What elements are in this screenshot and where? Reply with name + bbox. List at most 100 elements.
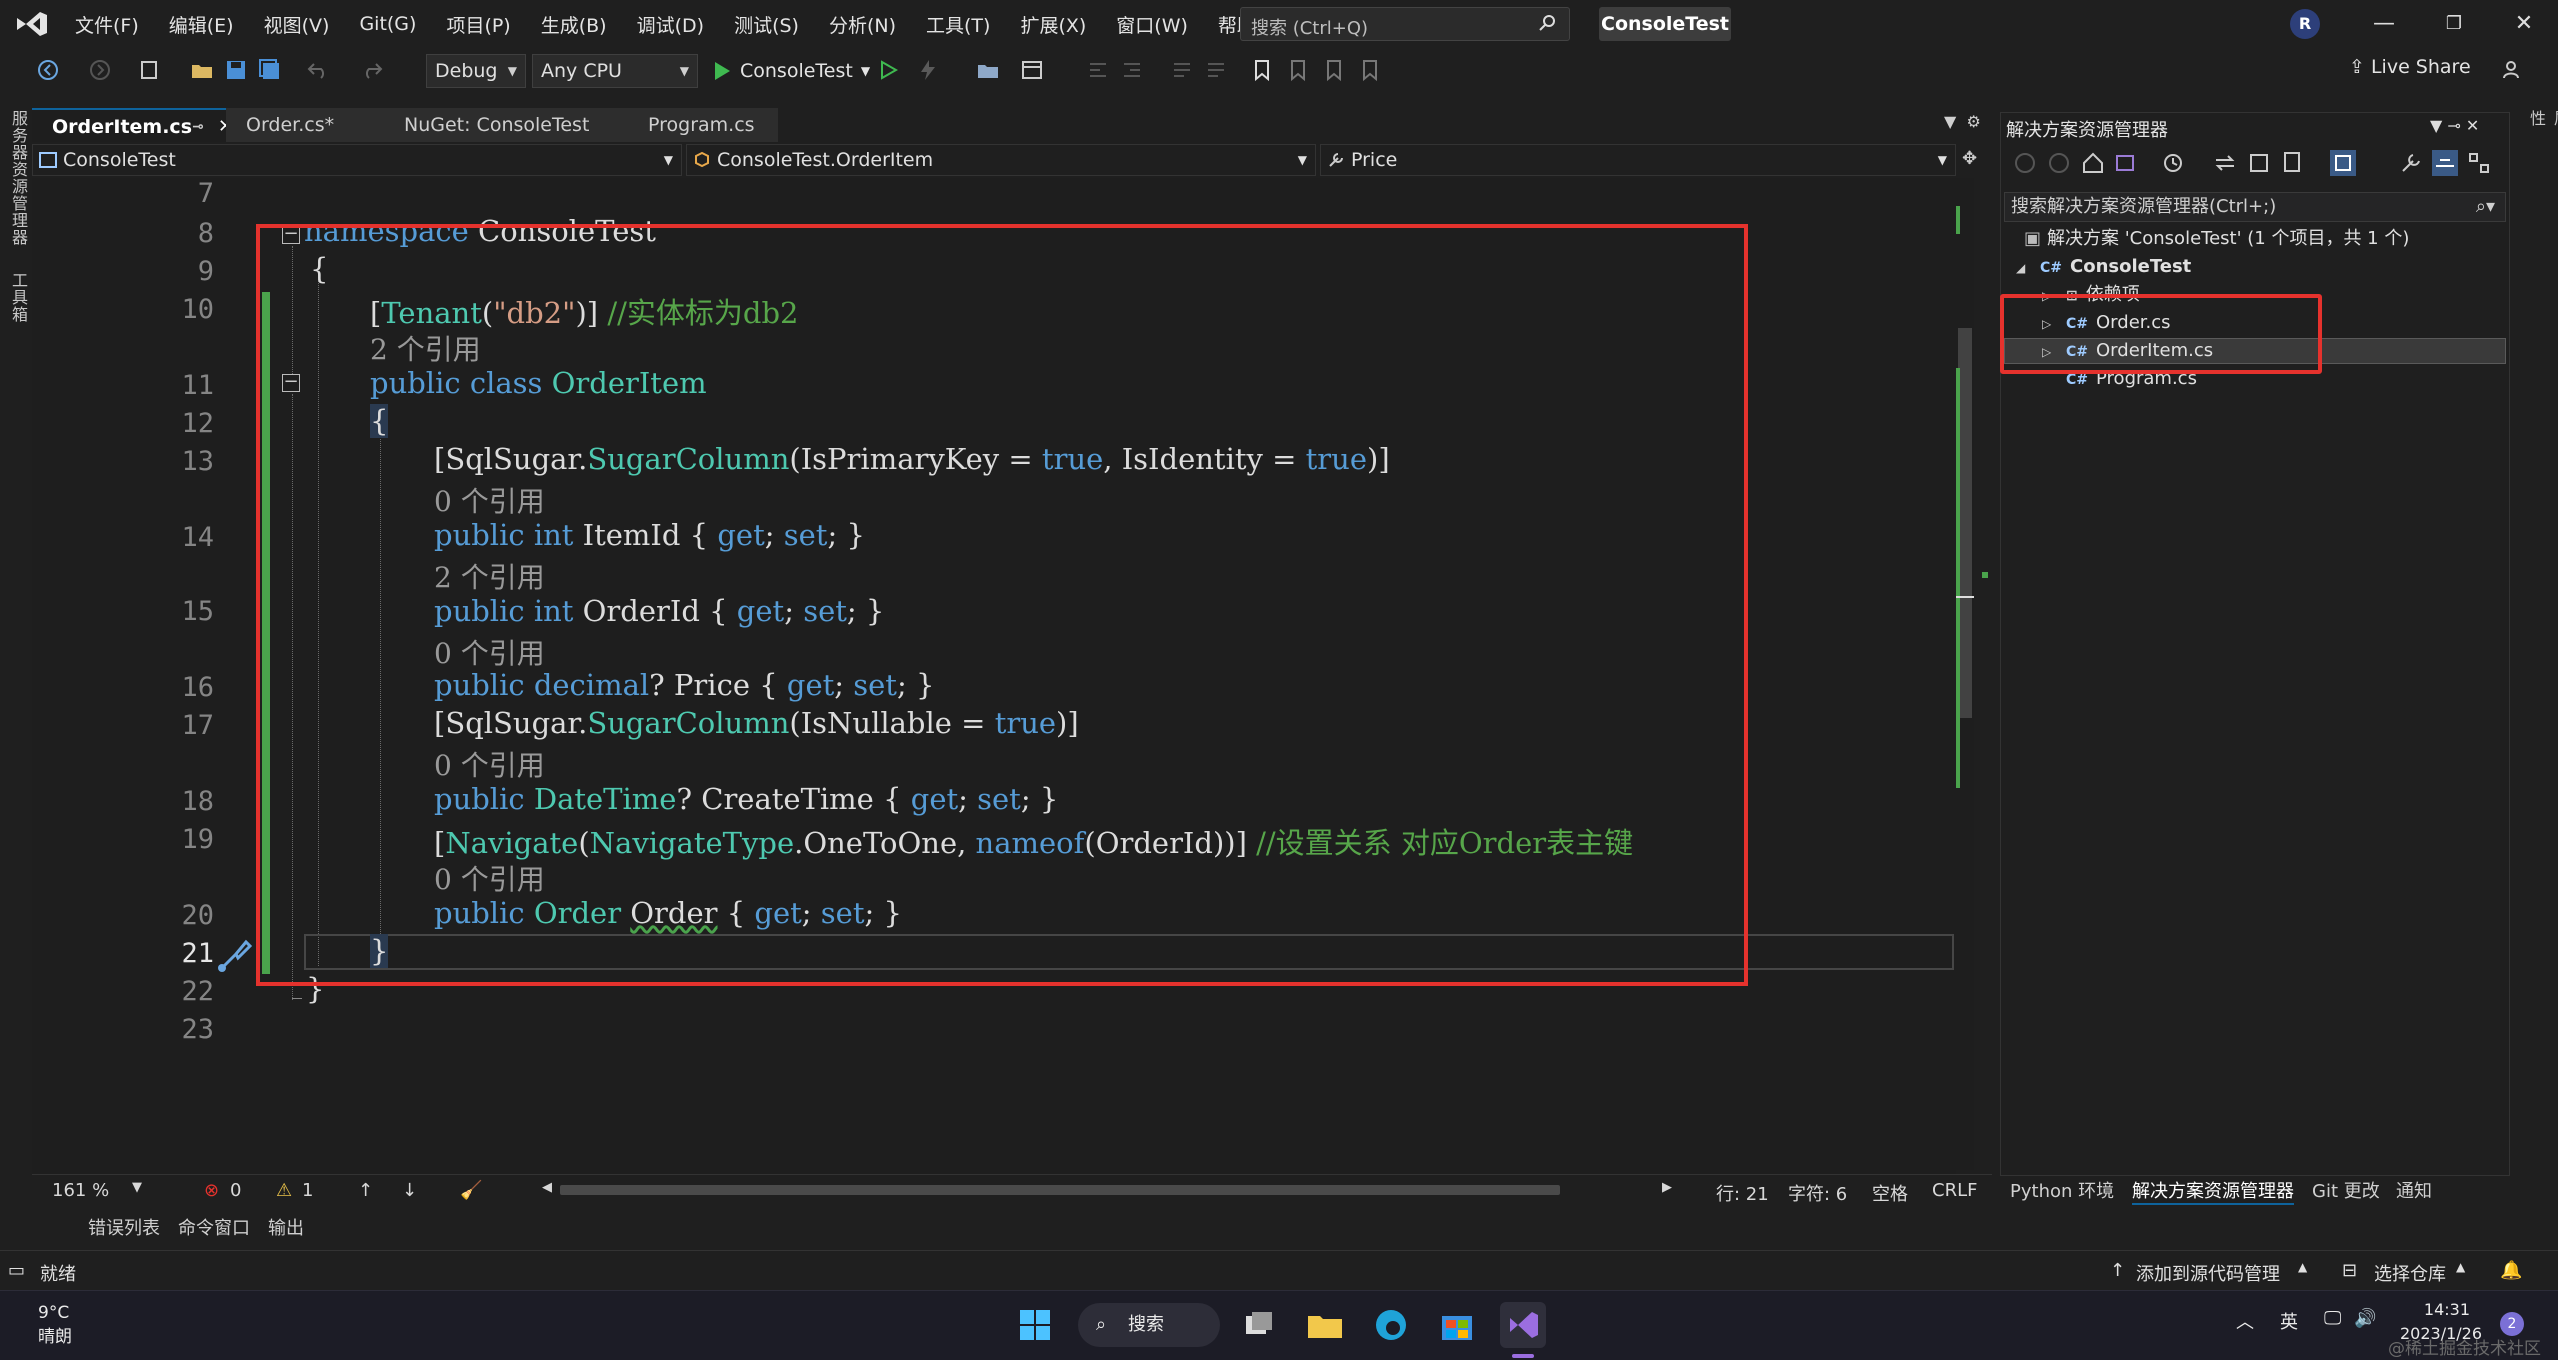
- close-icon[interactable]: ✕: [2494, 0, 2554, 48]
- solution-search-input[interactable]: 搜索解决方案资源管理器(Ctrl+;) ⌕▾: [2004, 192, 2506, 222]
- chevron-up-icon[interactable]: ︿: [2236, 1308, 2254, 1334]
- save-icon[interactable]: [224, 58, 248, 82]
- menu-git[interactable]: Git(G): [344, 13, 431, 35]
- tab-orderitem[interactable]: OrderItem.cs ⊸ ✕: [32, 108, 242, 142]
- member-nav-dropdown[interactable]: Price ▼: [1320, 144, 1956, 176]
- weather-widget[interactable]: 9°C 晴朗: [38, 1301, 72, 1349]
- align-right-icon[interactable]: [1120, 58, 1144, 82]
- uncomment-icon[interactable]: [1204, 58, 1228, 82]
- edge-browser-icon[interactable]: [1368, 1302, 1414, 1348]
- menu-view[interactable]: 视图(V): [249, 11, 345, 38]
- menu-window[interactable]: 窗口(W): [1101, 11, 1203, 38]
- collapse-all-icon[interactable]: [2246, 150, 2272, 176]
- ime-indicator[interactable]: 英: [2280, 1308, 2298, 1334]
- quick-action-brush-icon[interactable]: [214, 934, 254, 974]
- properties-wrench-icon[interactable]: [2398, 150, 2424, 176]
- bookmark-icon[interactable]: [1250, 58, 1274, 82]
- show-all-files-icon[interactable]: [2280, 150, 2306, 176]
- menu-file[interactable]: 文件(F): [60, 11, 154, 38]
- properties-tab[interactable]: 属性: [2524, 110, 2558, 127]
- windows-start-icon[interactable]: [1012, 1302, 1058, 1348]
- new-project-icon[interactable]: [138, 58, 162, 82]
- zoom-level[interactable]: 161 %: [52, 1180, 109, 1201]
- live-share-button[interactable]: ⇪ Live Share: [2349, 56, 2471, 78]
- feedback-icon[interactable]: [2500, 58, 2524, 82]
- chevron-down-icon[interactable]: ▼: [861, 64, 870, 78]
- volume-icon[interactable]: 🔊: [2354, 1308, 2376, 1329]
- zoom-dropdown-icon[interactable]: ▼: [132, 1180, 142, 1195]
- menu-test[interactable]: 测试(S): [719, 11, 814, 38]
- platform-dropdown[interactable]: Any CPU ▼: [532, 54, 698, 88]
- menu-build[interactable]: 生成(B): [526, 11, 622, 38]
- line-ending[interactable]: CRLF: [1932, 1180, 1977, 1201]
- tab-output[interactable]: 输出: [268, 1214, 304, 1240]
- chevron-up-icon[interactable]: ▲: [2456, 1260, 2465, 1274]
- add-source-control-button[interactable]: 添加到源代码管理: [2136, 1260, 2280, 1286]
- split-window-icon[interactable]: ✥: [1962, 148, 1977, 169]
- comment-icon[interactable]: [1170, 58, 1194, 82]
- config-dropdown[interactable]: Debug ▼: [426, 54, 526, 88]
- code-cleanup-icon[interactable]: 🧹: [460, 1180, 482, 1201]
- run-button[interactable]: ConsoleTest ▼: [712, 54, 870, 88]
- se-back-icon[interactable]: [2012, 150, 2038, 176]
- menu-tools[interactable]: 工具(T): [911, 11, 1005, 38]
- minimize-icon[interactable]: —: [2354, 0, 2414, 48]
- track-active-icon[interactable]: [2330, 150, 2356, 176]
- project-node[interactable]: ◢ C# ConsoleTest: [2016, 254, 2191, 280]
- editor-horizontal-scrollbar[interactable]: [560, 1185, 1560, 1195]
- arrow-down-icon[interactable]: ↓: [402, 1180, 417, 1201]
- tab-command-window[interactable]: 命令窗口: [178, 1214, 250, 1240]
- task-view-icon[interactable]: [1236, 1302, 1282, 1348]
- solution-node[interactable]: ▣ 解决方案 'ConsoleTest' (1 个项目，共 1 个): [2024, 226, 2409, 252]
- menu-analyze[interactable]: 分析(N): [814, 11, 911, 38]
- window-layout-icon[interactable]: [1020, 58, 1044, 82]
- sync-icon[interactable]: [2212, 150, 2238, 176]
- visual-studio-taskbar-icon[interactable]: [1500, 1302, 1546, 1348]
- back-icon[interactable]: [36, 58, 60, 82]
- menu-extensions[interactable]: 扩展(X): [1005, 11, 1101, 38]
- diagram-icon[interactable]: [2466, 150, 2492, 176]
- browse-folder-icon[interactable]: [976, 58, 1000, 82]
- hot-reload-icon[interactable]: [916, 58, 940, 82]
- search-input[interactable]: 搜索 (Ctrl+Q): [1240, 7, 1570, 41]
- store-icon[interactable]: [1434, 1302, 1480, 1348]
- tab-python-env[interactable]: Python 环境: [2010, 1177, 2114, 1203]
- visual-studio-logo-icon[interactable]: [14, 8, 50, 40]
- toolbox-tab[interactable]: 工具箱: [6, 272, 30, 323]
- scrollbar-thumb[interactable]: [1958, 328, 1972, 718]
- file-explorer-icon[interactable]: [1302, 1302, 1348, 1348]
- start-without-debug-icon[interactable]: [876, 58, 900, 82]
- menu-edit[interactable]: 编辑(E): [154, 11, 249, 38]
- tab-git-changes[interactable]: Git 更改: [2312, 1177, 2380, 1203]
- tab-nuget[interactable]: NuGet: ConsoleTest: [384, 108, 632, 142]
- scroll-right-icon[interactable]: ▶: [1662, 1180, 1672, 1195]
- tab-overflow-icon[interactable]: ▼ ⚙: [1944, 112, 1981, 131]
- select-repo-button[interactable]: 选择仓库: [2374, 1260, 2446, 1286]
- editor-vertical-scrollbar[interactable]: [1956, 178, 1974, 1170]
- network-icon[interactable]: 🖵: [2324, 1308, 2341, 1329]
- panel-options-icons[interactable]: ▼ ⊸ ✕: [2430, 116, 2479, 135]
- restore-icon[interactable]: ❐: [2424, 0, 2484, 48]
- save-all-icon[interactable]: [258, 58, 282, 82]
- server-explorer-tab[interactable]: 服务器资源管理器: [6, 110, 30, 246]
- tab-notifications[interactable]: 通知: [2396, 1177, 2432, 1203]
- clear-bookmarks-icon[interactable]: [1358, 58, 1382, 82]
- menu-project[interactable]: 项目(P): [431, 11, 525, 38]
- pin-icon[interactable]: ⊸: [192, 110, 204, 144]
- bell-icon[interactable]: 🔔: [2500, 1260, 2522, 1281]
- error-count[interactable]: 0: [230, 1180, 241, 1201]
- expanded-icon[interactable]: ◢: [2016, 255, 2030, 281]
- menu-debug[interactable]: 调试(D): [622, 11, 719, 38]
- tab-solution-explorer[interactable]: 解决方案资源管理器: [2132, 1177, 2294, 1205]
- avatar[interactable]: R: [2290, 9, 2320, 39]
- se-forward-icon[interactable]: [2046, 150, 2072, 176]
- notification-badge[interactable]: 2: [2500, 1312, 2524, 1336]
- align-left-icon[interactable]: [1086, 58, 1110, 82]
- history-icon[interactable]: [2160, 150, 2186, 176]
- taskbar-search-button[interactable]: ⌕ 搜索: [1078, 1303, 1220, 1347]
- warning-count[interactable]: 1: [302, 1180, 313, 1201]
- redo-icon[interactable]: [360, 58, 384, 82]
- tab-error-list[interactable]: 错误列表: [88, 1214, 160, 1240]
- prev-bookmark-icon[interactable]: [1286, 58, 1310, 82]
- open-folder-icon[interactable]: [190, 58, 214, 82]
